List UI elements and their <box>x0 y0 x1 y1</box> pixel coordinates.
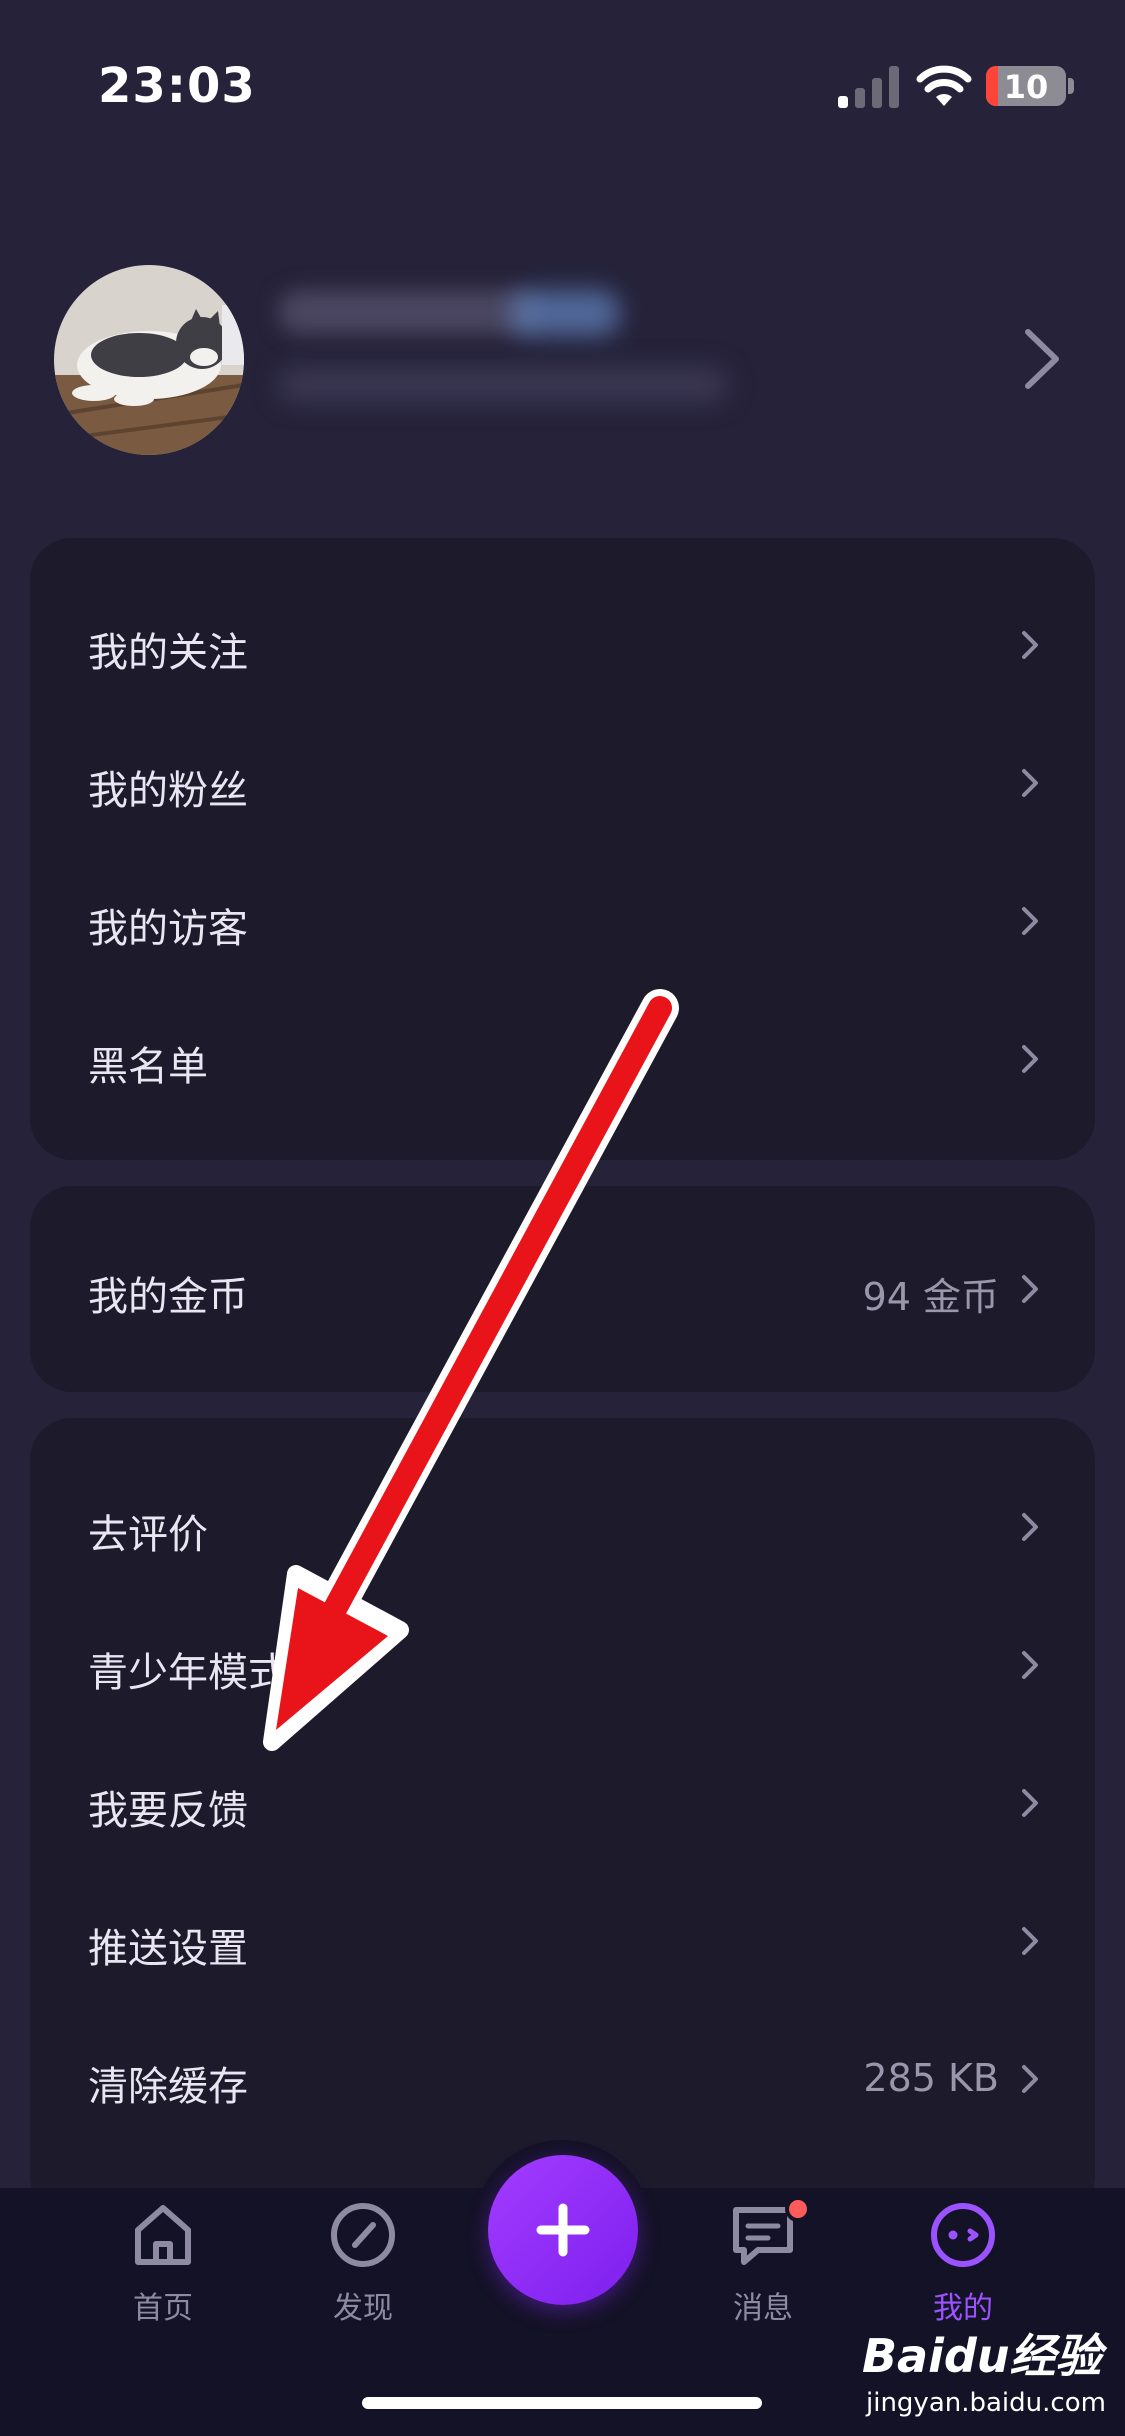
username-blurred <box>278 290 538 334</box>
chevron-right-icon <box>1022 1651 1038 1679</box>
cellular-signal-icon <box>838 66 899 108</box>
battery-icon: 10 <box>986 66 1066 106</box>
tab-label: 消息 <box>733 2291 793 2326</box>
unread-badge <box>785 2196 811 2222</box>
coin-balance: 94 金币 <box>862 1275 999 1319</box>
menu-item-following[interactable]: 我的关注 <box>30 576 1095 714</box>
menu-item-feedback[interactable]: 我要反馈 <box>30 1734 1095 1872</box>
user-badge-blurred <box>510 290 620 336</box>
compass-icon <box>331 2203 395 2267</box>
menu-item-teen-mode[interactable]: 青少年模式 <box>30 1596 1095 1734</box>
menu-item-label: 推送设置 <box>88 1926 248 1972</box>
chevron-right-icon <box>1022 1513 1038 1541</box>
chevron-right-icon <box>1022 1927 1038 1955</box>
menu-item-label: 我的金币 <box>88 1274 248 1320</box>
status-bar: 23:03 10 <box>0 0 1125 140</box>
menu-item-clear-cache[interactable]: 清除缓存 285 KB <box>30 2010 1095 2148</box>
user-subtitle-blurred <box>278 368 728 402</box>
create-post-button[interactable] <box>488 2155 638 2305</box>
plus-icon <box>536 2203 590 2257</box>
battery-cap <box>1068 78 1074 94</box>
menu-item-blacklist[interactable]: 黑名单 <box>30 990 1095 1128</box>
chevron-right-icon <box>1022 2065 1038 2093</box>
menu-card-social: 我的关注 我的粉丝 我的访客 黑名单 <box>30 538 1095 1160</box>
menu-item-label: 我的粉丝 <box>88 768 248 814</box>
wifi-icon <box>916 65 972 106</box>
home-icon <box>135 2205 191 2265</box>
menu-item-visitors[interactable]: 我的访客 <box>30 852 1095 990</box>
menu-item-fans[interactable]: 我的粉丝 <box>30 714 1095 852</box>
menu-item-coins[interactable]: 我的金币 94 金币 <box>30 1220 1095 1358</box>
chevron-right-icon <box>1022 1045 1038 1073</box>
avatar[interactable] <box>54 265 244 455</box>
chevron-right-icon <box>1025 329 1059 389</box>
chevron-right-icon <box>1022 769 1038 797</box>
chevron-right-icon <box>1022 907 1038 935</box>
tab-home[interactable]: 首页 <box>93 2188 233 2348</box>
battery-level: 10 <box>1003 68 1049 106</box>
status-time: 23:03 <box>98 58 256 114</box>
tab-messages[interactable]: 消息 <box>693 2188 833 2348</box>
menu-item-rate[interactable]: 去评价 <box>30 1458 1095 1596</box>
menu-card-settings: 去评价 青少年模式 我要反馈 推送设置 清除缓存 285 KB <box>30 1418 1095 2218</box>
chevron-right-icon <box>1022 1789 1038 1817</box>
profile-header[interactable] <box>0 260 1125 460</box>
chevron-right-icon <box>1022 1275 1038 1303</box>
menu-item-label: 青少年模式 <box>88 1650 288 1696</box>
menu-item-label: 我要反馈 <box>88 1788 248 1834</box>
tab-label: 首页 <box>133 2291 193 2326</box>
menu-item-label: 去评价 <box>88 1512 208 1558</box>
cache-size: 285 KB <box>863 2056 999 2100</box>
watermark-url: jingyan.baidu.com <box>866 2388 1106 2418</box>
menu-item-label: 清除缓存 <box>88 2064 248 2110</box>
menu-item-label: 黑名单 <box>88 1044 208 1090</box>
menu-item-label: 我的访客 <box>88 906 248 952</box>
profile-face-icon <box>931 2203 995 2267</box>
watermark-brand: Baidu经验 <box>862 2329 1102 2383</box>
tab-discover[interactable]: 发现 <box>293 2188 433 2348</box>
chevron-right-icon <box>1022 631 1038 659</box>
baidu-jingyan-watermark: Baidu经验 jingyan.baidu.com <box>862 2300 1122 2430</box>
tab-label: 发现 <box>333 2291 393 2326</box>
menu-card-coins: 我的金币 94 金币 <box>30 1186 1095 1392</box>
home-indicator[interactable] <box>362 2397 762 2409</box>
cat-photo-avatar <box>54 265 244 455</box>
menu-item-label: 我的关注 <box>88 630 248 676</box>
menu-item-push-settings[interactable]: 推送设置 <box>30 1872 1095 2010</box>
